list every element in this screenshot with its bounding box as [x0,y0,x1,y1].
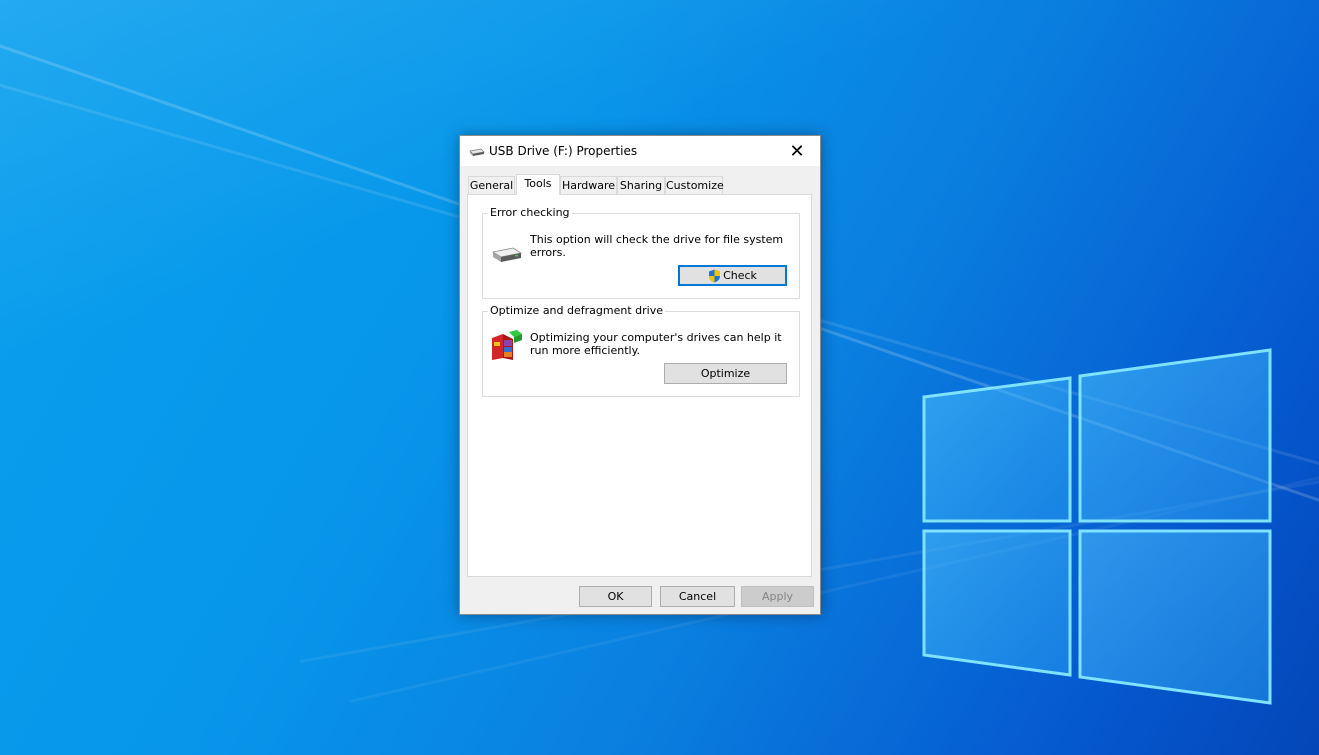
title-bar[interactable]: USB Drive (F:) Properties ✕ [460,136,820,166]
optimize-description: Optimizing your computer's drives can he… [530,331,782,357]
error-checking-group: Error checking This option will check th… [482,206,800,299]
tab-sharing[interactable]: Sharing [617,176,665,194]
check-button[interactable]: Check [678,265,787,286]
close-button[interactable]: ✕ [774,136,820,166]
tab-customize[interactable]: Customize [665,176,724,194]
cancel-button[interactable]: Cancel [660,586,735,607]
error-checking-description: This option will check the drive for fil… [530,233,784,259]
apply-button[interactable]: Apply [741,586,814,607]
windows-logo [922,348,1272,705]
ok-button[interactable]: OK [579,586,652,607]
dialog-title: USB Drive (F:) Properties [489,144,638,158]
optimize-legend: Optimize and defragment drive [488,304,665,317]
tab-general[interactable]: General [468,176,515,194]
tools-panel: Error checking This option will check th… [467,194,812,577]
tab-hardware[interactable]: Hardware [560,176,617,194]
tab-tools[interactable]: Tools [516,174,560,195]
defragment-icon [492,330,522,360]
desktop-background: USB Drive (F:) Properties ✕ General Tool… [0,0,1319,755]
optimize-button[interactable]: Optimize [664,363,787,384]
optimize-group: Optimize and defragment drive Optimizing… [482,304,800,397]
properties-dialog: USB Drive (F:) Properties ✕ General Tool… [459,135,821,615]
check-button-label: Check [723,269,757,282]
uac-shield-icon [709,269,721,282]
close-icon: ✕ [789,140,805,162]
error-checking-legend: Error checking [488,206,572,219]
usb-drive-icon [469,148,485,156]
drive-icon [491,247,523,262]
